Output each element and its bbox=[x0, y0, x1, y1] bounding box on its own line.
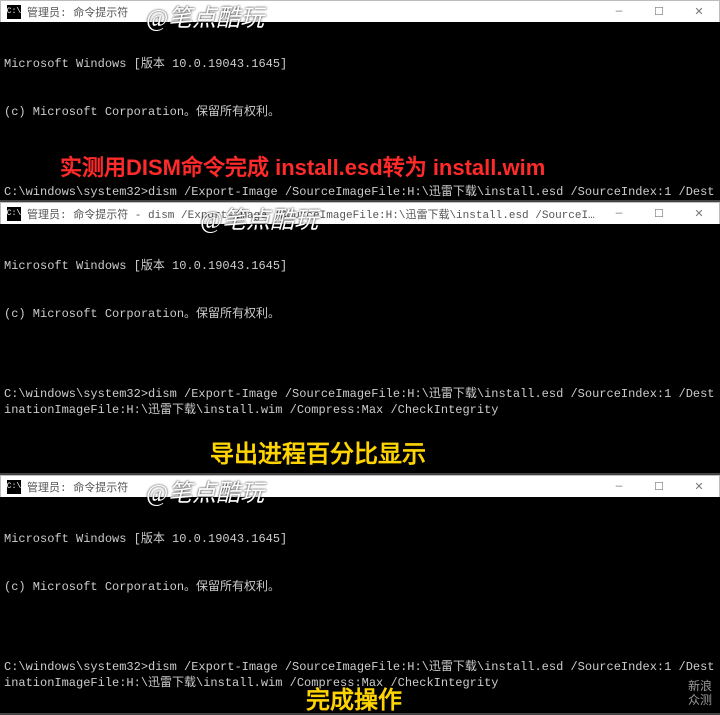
titlebar[interactable]: C:\ 管理员: 命令提示符 - dism /Export-Image /Sou… bbox=[0, 202, 720, 224]
close-button[interactable]: ✕ bbox=[679, 1, 719, 22]
close-button[interactable]: ✕ bbox=[679, 476, 719, 497]
cmd-icon: C:\ bbox=[7, 5, 21, 19]
term-line: Microsoft Windows [版本 10.0.19043.1645] bbox=[4, 531, 716, 547]
terminal-output[interactable]: Microsoft Windows [版本 10.0.19043.1645] (… bbox=[0, 497, 720, 713]
window-panel-2: C:\ 管理员: 命令提示符 - dism /Export-Image /Sou… bbox=[0, 202, 720, 473]
window-buttons: — ☐ ✕ bbox=[599, 476, 719, 497]
minimize-button[interactable]: — bbox=[599, 476, 639, 497]
terminal-output[interactable]: Microsoft Windows [版本 10.0.19043.1645] (… bbox=[0, 224, 720, 473]
cmd-icon: C:\ bbox=[7, 207, 21, 221]
window-buttons: — ☐ ✕ bbox=[599, 1, 719, 22]
terminal-output[interactable]: Microsoft Windows [版本 10.0.19043.1645] (… bbox=[0, 22, 720, 200]
minimize-button[interactable]: — bbox=[599, 1, 639, 22]
term-line: (c) Microsoft Corporation。保留所有权利。 bbox=[4, 104, 716, 120]
window-title: 管理员: 命令提示符 bbox=[27, 479, 599, 495]
term-line: Microsoft Windows [版本 10.0.19043.1645] bbox=[4, 258, 716, 274]
maximize-button[interactable]: ☐ bbox=[639, 476, 679, 497]
maximize-button[interactable]: ☐ bbox=[639, 1, 679, 22]
term-line: (c) Microsoft Corporation。保留所有权利。 bbox=[4, 579, 716, 595]
term-line: (c) Microsoft Corporation。保留所有权利。 bbox=[4, 306, 716, 322]
close-button[interactable]: ✕ bbox=[679, 203, 719, 224]
window-title: 管理员: 命令提示符 bbox=[27, 4, 599, 20]
term-line: C:\windows\system32>dism /Export-Image /… bbox=[4, 386, 716, 418]
window-title: 管理员: 命令提示符 - dism /Export-Image /SourceI… bbox=[27, 206, 599, 222]
titlebar[interactable]: C:\ 管理员: 命令提示符 — ☐ ✕ bbox=[0, 475, 720, 497]
window-buttons: — ☐ ✕ bbox=[599, 203, 719, 224]
window-panel-1: C:\ 管理员: 命令提示符 — ☐ ✕ Microsoft Windows [… bbox=[0, 0, 720, 200]
term-line: C:\windows\system32>dism /Export-Image /… bbox=[4, 659, 716, 691]
minimize-button[interactable]: — bbox=[599, 203, 639, 224]
window-panel-3: C:\ 管理员: 命令提示符 — ☐ ✕ Microsoft Windows [… bbox=[0, 475, 720, 713]
titlebar[interactable]: C:\ 管理员: 命令提示符 — ☐ ✕ bbox=[0, 0, 720, 22]
cmd-icon: C:\ bbox=[7, 480, 21, 494]
maximize-button[interactable]: ☐ bbox=[639, 203, 679, 224]
term-line: Microsoft Windows [版本 10.0.19043.1645] bbox=[4, 56, 716, 72]
term-line: C:\windows\system32>dism /Export-Image /… bbox=[4, 184, 716, 200]
